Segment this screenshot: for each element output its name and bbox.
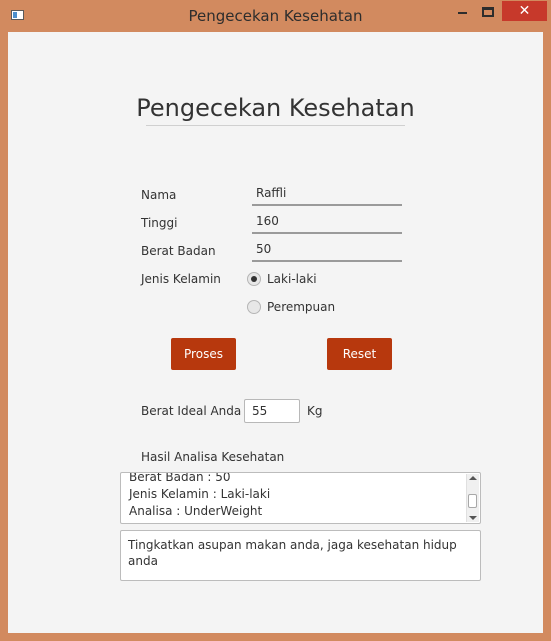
radio-laki-laki-label[interactable]: Laki-laki <box>267 272 317 286</box>
berat-badan-field[interactable]: 50 <box>252 240 402 262</box>
tinggi-label: Tinggi <box>141 216 178 230</box>
kg-unit-label: Kg <box>307 404 323 418</box>
berat-ideal-field[interactable]: 55 <box>244 399 300 423</box>
close-icon: ✕ <box>518 3 531 19</box>
tinggi-field[interactable]: 160 <box>252 212 402 234</box>
app-window: Pengecekan Kesehatan ✕ Pengecekan Keseha… <box>0 0 551 641</box>
berat-ideal-label: Berat Ideal Anda <box>141 404 242 418</box>
nama-field[interactable]: Raffli <box>252 184 402 206</box>
page-title: Pengecekan Kesehatan <box>136 94 415 122</box>
radio-perempuan-label[interactable]: Perempuan <box>267 300 335 314</box>
vertical-scrollbar[interactable] <box>466 474 479 522</box>
client-area: Pengecekan Kesehatan Nama Raffli Tinggi … <box>8 32 543 633</box>
scroll-up-arrow-icon[interactable] <box>469 476 477 480</box>
analysis-line: Jenis Kelamin : Laki-laki <box>129 487 271 501</box>
nama-label: Nama <box>141 188 177 202</box>
scroll-thumb[interactable] <box>468 494 477 508</box>
close-button[interactable]: ✕ <box>502 1 547 21</box>
title-bar[interactable]: Pengecekan Kesehatan ✕ <box>0 0 551 32</box>
hasil-analisa-label: Hasil Analisa Kesehatan <box>141 450 285 464</box>
maximize-icon[interactable] <box>478 1 498 21</box>
berat-badan-label: Berat Badan <box>141 244 216 258</box>
radio-perempuan[interactable] <box>247 300 261 314</box>
radio-laki-laki[interactable] <box>247 272 261 286</box>
title-divider <box>146 125 405 126</box>
advice-textarea[interactable]: Tingkatkan asupan makan anda, jaga keseh… <box>120 530 481 581</box>
proses-button[interactable]: Proses <box>171 338 236 370</box>
scroll-down-arrow-icon[interactable] <box>469 516 477 520</box>
analysis-line: Analisa : UnderWeight <box>129 504 263 518</box>
analysis-textarea[interactable]: Berat Badan : 50 Jenis Kelamin : Laki-la… <box>120 472 481 524</box>
analysis-line: Berat Badan : 50 <box>129 472 231 484</box>
reset-button[interactable]: Reset <box>327 338 392 370</box>
minimize-icon[interactable] <box>453 1 473 21</box>
jenis-kelamin-label: Jenis Kelamin <box>141 272 221 286</box>
